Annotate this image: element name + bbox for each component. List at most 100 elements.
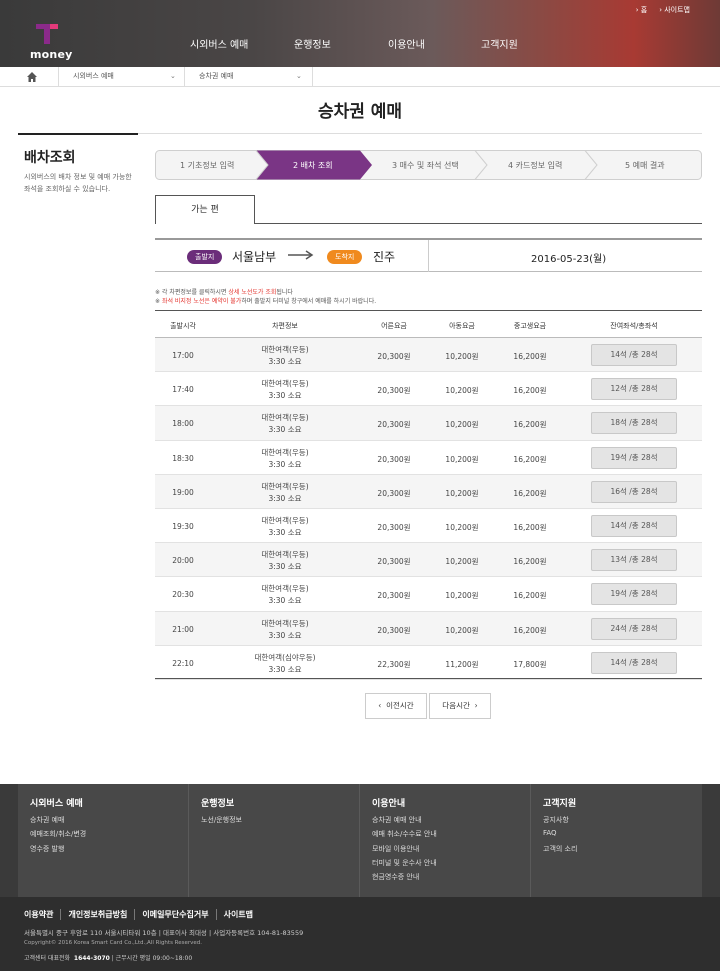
adult-fare: 20,300원 — [377, 557, 411, 567]
home-link[interactable]: › 홈 — [636, 5, 647, 15]
seat-availability-button[interactable]: 24석 /총 28석 — [591, 617, 677, 640]
chevron-down-icon[interactable]: ⌄ — [170, 72, 176, 80]
seat-availability-button[interactable]: 19석 /총 28석 — [591, 583, 677, 606]
table-row[interactable]: 22:10 대한여객(심야우등) 3:30 소요 22,300원 11,200원 17,8… — [155, 646, 702, 680]
privacy-link[interactable]: 개인정보취급방침 — [60, 909, 134, 920]
col-header-time: 출발시각 — [170, 322, 196, 330]
trip-duration: 3:30 소요 — [268, 425, 302, 435]
home-icon[interactable] — [26, 71, 38, 83]
footer-link[interactable]: 공지사항 — [543, 815, 569, 825]
route-summary: 출발지 서울남부 도착지 진주 2016-05-23(월) — [155, 238, 702, 272]
terms-link[interactable]: 이용약관 — [24, 909, 60, 920]
table-row[interactable]: 17:40 대한여객(우등) 3:30 소요 20,300원 10,200원 16,200… — [155, 372, 702, 407]
tmoney-logo[interactable]: money — [28, 24, 72, 64]
footer-link[interactable]: FAQ — [543, 829, 557, 837]
teen-fare: 16,200원 — [513, 625, 547, 635]
teen-fare: 17,800원 — [513, 659, 547, 669]
departure-time: 19:30 — [172, 521, 194, 531]
table-row[interactable]: 21:00 대한여객(우등) 3:30 소요 20,300원 10,200원 16,200… — [155, 611, 702, 646]
email-refusal-link[interactable]: 이메일무단수집거부 — [134, 909, 215, 920]
company-address: 서울특별시 중구 후암로 110 서울시티타워 10층 | 대표이사 최대성 |… — [24, 929, 304, 937]
footer-link[interactable]: 모바일 이용안내 — [372, 844, 419, 854]
step-2-active: 2 배차 조회 — [293, 161, 333, 170]
footer-link[interactable]: 현금영수증 안내 — [372, 872, 419, 882]
departure-time: 18:00 — [172, 419, 194, 429]
footer-link[interactable]: 예매조회/취소/변경 — [30, 829, 86, 839]
departure-time: 17:00 — [172, 351, 194, 360]
footer-col-title: 이용안내 — [372, 799, 406, 809]
seat-availability-button[interactable]: 12석 /총 28석 — [591, 378, 677, 401]
footer-col: 고객지원 공지사항 FAQ 고객의 소리 — [531, 784, 702, 897]
schedule-table-header: 출발시각 차편정보 어른요금 아동요금 중고생요금 잔여좌석/총좌석 — [155, 310, 702, 338]
table-row[interactable]: 17:00 대한여객(우등) 3:30 소요 20,300원 10,200원 16,200… — [155, 338, 702, 373]
departure-time: 20:00 — [172, 556, 194, 566]
gnb-item-schedule[interactable]: 운행정보 — [294, 36, 331, 51]
footer-link[interactable]: 예매 취소/수수료 안내 — [372, 829, 437, 839]
footer-link[interactable]: 승차권 예매 안내 — [372, 815, 422, 825]
adult-fare: 20,300원 — [377, 591, 411, 601]
trip-duration: 3:30 소요 — [268, 664, 302, 674]
arrival-badge: 도착지 — [327, 250, 363, 264]
table-bottom-border — [155, 678, 702, 679]
breadcrumb: 시외버스 예매 ⌄ 승차권 예매 ⌄ — [0, 67, 720, 87]
arrow-right-icon — [288, 250, 314, 260]
seat-availability-button[interactable]: 14석 /총 28석 — [591, 514, 677, 537]
departure-time: 18:30 — [172, 453, 194, 463]
departure-time: 19:00 — [172, 487, 194, 497]
child-fare: 10,200원 — [445, 591, 479, 601]
departure-time: 22:10 — [172, 658, 194, 668]
footer-link[interactable]: 승차권 예매 — [30, 815, 64, 825]
footer-sitemap: 시외버스 예매 승차권 예매 예매조회/취소/변경 영수증 발행 운행정보 노선/운행정보… — [18, 784, 702, 897]
adult-fare: 20,300원 — [377, 454, 411, 464]
chevron-down-icon[interactable]: ⌄ — [296, 72, 302, 80]
customer-center: 고객센터 대표전화 1644-3070 | 근무시간 평일 09:00~18:0… — [24, 955, 193, 962]
col-header-teen: 중고생요금 — [513, 322, 547, 330]
footer-link[interactable]: 고객의 소리 — [543, 844, 577, 854]
notice: ※ 각 차편정보를 클릭하시면 상세 노선도가 조회됩니다 ※ 좌석 비지정 노… — [155, 289, 376, 306]
bus-company: 대한여객(우등) — [261, 481, 309, 491]
bus-company: 대한여객(우등) — [261, 515, 309, 525]
breadcrumb-seg-2[interactable]: 승차권 예매 — [184, 67, 314, 87]
bus-company: 대한여객(우등) — [261, 584, 309, 594]
table-row[interactable]: 20:30 대한여객(우등) 3:30 소요 20,300원 10,200원 16,200… — [155, 577, 702, 612]
table-row[interactable]: 19:30 대한여객(우등) 3:30 소요 20,300원 10,200원 16,200… — [155, 509, 702, 544]
sitemap-link[interactable]: › 사이트맵 — [659, 5, 690, 15]
bus-company: 대한여객(우등) — [261, 413, 309, 423]
col-header-bus-info: 차편정보 — [272, 322, 298, 330]
seat-availability-button[interactable]: 18석 /총 28석 — [591, 412, 677, 435]
gnb-item-guide[interactable]: 이용안내 — [388, 36, 425, 51]
seat-availability-button[interactable]: 14석 /총 28석 — [591, 651, 677, 674]
child-fare: 10,200원 — [445, 454, 479, 464]
table-row[interactable]: 19:00 대한여객(우등) 3:30 소요 20,300원 10,200원 16,200… — [155, 474, 702, 509]
table-row[interactable]: 18:00 대한여객(우등) 3:30 소요 20,300원 10,200원 16,200… — [155, 406, 702, 441]
col-header-seats: 잔여좌석/총좌석 — [610, 322, 658, 330]
footer-link[interactable]: 터미널 및 운수사 안내 — [372, 858, 437, 868]
seat-availability-button[interactable]: 13석 /총 28석 — [591, 549, 677, 572]
footer-bottom: 이용약관 개인정보취급방침 이메일무단수집거부 사이트맵 서울특별시 중구 후암… — [0, 897, 720, 971]
child-fare: 10,200원 — [445, 625, 479, 635]
footer-link[interactable]: 영수증 발행 — [30, 844, 64, 854]
tab-outbound[interactable]: 가는 편 — [155, 195, 255, 224]
footer-col: 시외버스 예매 승차권 예매 예매조회/취소/변경 영수증 발행 — [18, 784, 189, 897]
gnb-item-support[interactable]: 고객지원 — [481, 36, 518, 51]
tab-underline — [255, 223, 702, 224]
next-time-button[interactable]: 다음시간 › — [429, 693, 491, 719]
table-row[interactable]: 20:00 대한여객(우등) 3:30 소요 20,300원 10,200원 16,200… — [155, 543, 702, 578]
child-fare: 10,200원 — [445, 352, 479, 361]
trip-duration: 3:30 소요 — [268, 562, 302, 572]
footer-link[interactable]: 노선/운행정보 — [201, 815, 242, 825]
table-row[interactable]: 18:30 대한여객(우등) 3:30 소요 20,300원 10,200원 16,200… — [155, 441, 702, 475]
teen-fare: 16,200원 — [513, 488, 547, 498]
adult-fare: 20,300원 — [377, 386, 411, 396]
child-fare: 10,200원 — [445, 386, 479, 396]
bus-company: 대한여객(우등) — [261, 345, 309, 354]
seat-availability-button[interactable]: 16석 /총 28석 — [591, 480, 677, 503]
prev-time-button[interactable]: ‹ 이전시간 — [365, 693, 427, 719]
seat-availability-button[interactable]: 14석 /총 28석 — [591, 344, 677, 366]
trip-duration: 3:30 소요 — [268, 391, 302, 401]
breadcrumb-seg-1[interactable]: 시외버스 예매 — [58, 67, 188, 87]
gnb-item-bus-booking[interactable]: 시외버스 예매 — [190, 36, 248, 51]
teen-fare: 16,200원 — [513, 454, 547, 464]
footer-sitemap-link[interactable]: 사이트맵 — [215, 909, 260, 920]
seat-availability-button[interactable]: 19석 /총 28석 — [591, 446, 677, 469]
